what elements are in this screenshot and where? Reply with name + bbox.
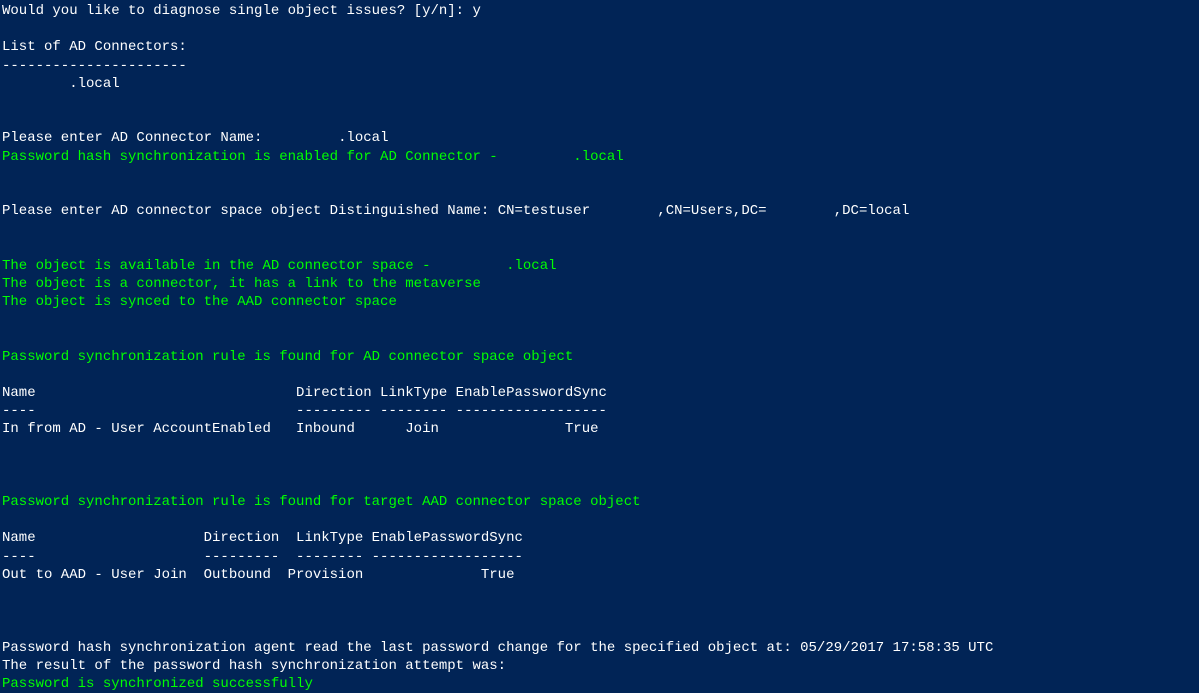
status-object-available: The object is available in the AD connec… <box>2 258 557 274</box>
connector-item: .local <box>2 76 120 92</box>
status-object-connector: The object is a connector, it has a link… <box>2 276 481 292</box>
list-header: List of AD Connectors: <box>2 39 187 55</box>
table1-header: Name Direction LinkType EnablePasswordSy… <box>2 385 607 401</box>
prompt-diagnose: Would you like to diagnose single object… <box>2 3 481 19</box>
table2-header: Name Direction LinkType EnablePasswordSy… <box>2 530 523 546</box>
table1-divider: ---- --------- -------- ----------------… <box>2 403 607 419</box>
divider: ---------------------- <box>2 58 187 74</box>
status-rule-aad: Password synchronization rule is found f… <box>2 494 641 510</box>
status-phs-enabled: Password hash synchronization is enabled… <box>2 149 624 165</box>
status-rule-ad: Password synchronization rule is found f… <box>2 349 573 365</box>
table1-row: In from AD - User AccountEnabled Inbound… <box>2 421 599 437</box>
status-agent-read: Password hash synchronization agent read… <box>2 640 993 656</box>
status-success: Password is synchronized successfully <box>2 676 313 692</box>
table2-divider: ---- --------- -------- ----------------… <box>2 549 523 565</box>
status-result-label: The result of the password hash synchron… <box>2 658 506 674</box>
prompt-dn: Please enter AD connector space object D… <box>2 203 909 219</box>
table2-row: Out to AAD - User Join Outbound Provisio… <box>2 567 514 583</box>
prompt-connector-name: Please enter AD Connector Name: .local <box>2 130 388 146</box>
status-object-synced: The object is synced to the AAD connecto… <box>2 294 397 310</box>
